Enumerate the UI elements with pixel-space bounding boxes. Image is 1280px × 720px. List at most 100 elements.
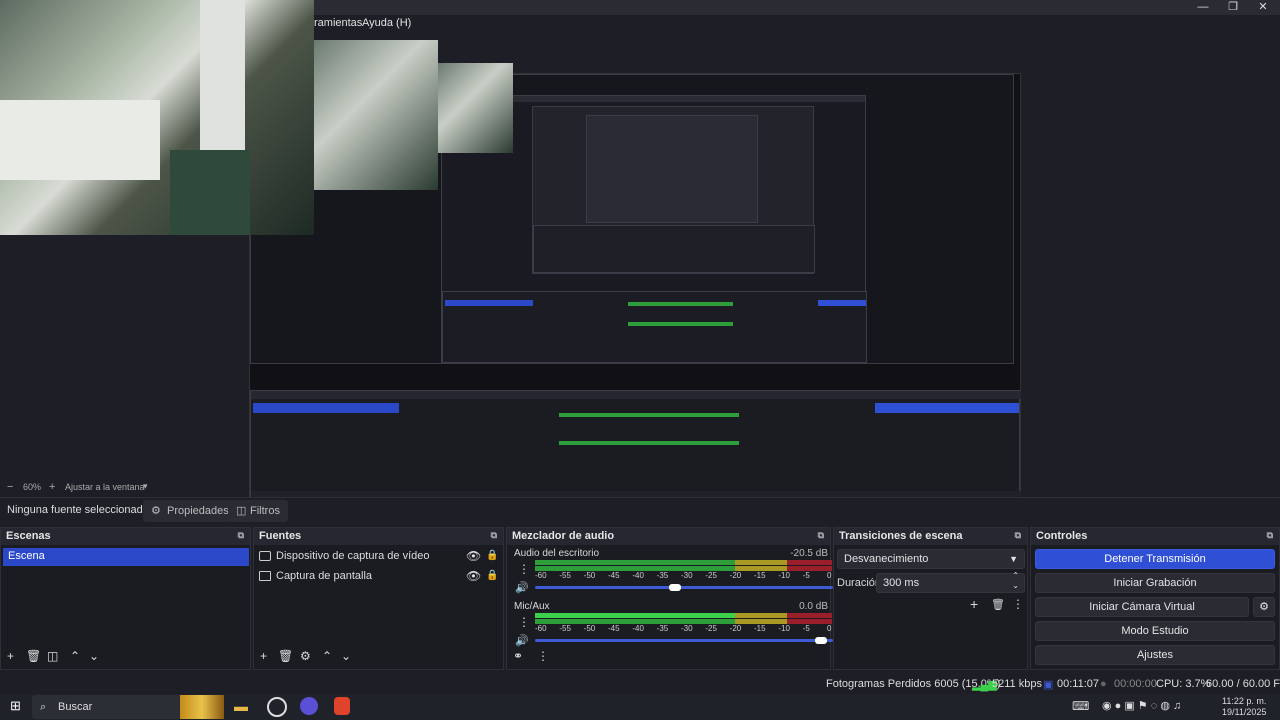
lock-icon[interactable]: 🔒 [486,570,498,581]
virtual-camera-settings-button[interactable]: ⚙ [1253,597,1275,617]
undock-icon[interactable]: ⧉ [491,530,497,541]
studio-mode-button[interactable]: Modo Estudio [1035,621,1275,641]
undock-icon[interactable]: ⧉ [1015,530,1021,541]
add-icon[interactable]: + [260,649,267,663]
tray-icons[interactable]: ◉ ● ▣ ⚑ ◌ ◍ ♫ [1102,699,1181,712]
lock-icon[interactable]: 🔒 [486,550,498,561]
menu-help[interactable]: Ayuda (H) [362,17,411,29]
windows-start-icon[interactable]: ⊞ [10,698,21,714]
source-label: Captura de pantalla [276,570,373,582]
fit-window-label[interactable]: Ajustar a la ventana [65,482,145,492]
search-icon: ⌕ [40,701,47,713]
menu-dots-icon[interactable]: ⋮ [518,615,530,629]
duration-label: Duración [837,577,882,589]
scenes-title: Escenas [6,530,51,542]
link-icon[interactable]: ⚭ [513,649,523,663]
tick-label: -20 [729,624,742,633]
volume-knob[interactable] [815,637,828,644]
trash-icon[interactable]: 🗑 [26,649,41,663]
discord-icon[interactable] [300,697,318,715]
widget-icon[interactable] [180,695,224,719]
menu-dots-icon[interactable]: ⋮ [537,649,549,663]
tick-label: -30 [681,624,693,633]
zoom-dropdown-icon[interactable]: ▾ [143,481,148,492]
gear-icon: ⚙ [1259,601,1269,613]
folder-icon[interactable]: ▬ [234,698,248,714]
gear-icon[interactable]: ⚙ [300,649,311,663]
keyboard-icon[interactable]: ⌨ [1072,699,1089,713]
chevron-up-icon[interactable]: ⌃ [322,649,332,663]
tick-label: -10 [778,624,790,633]
source-item-video[interactable]: Dispositivo de captura de vídeo 👁 🔒 [259,549,499,568]
menu-dots-icon[interactable]: ⋮ [518,562,530,576]
taskbar: ⊞ ⌕ Buscar ▬ ⌨ ◉ ● ▣ ⚑ ◌ ◍ ♫ 11:22 p. m.… [0,694,1280,720]
menu-dots-icon[interactable]: ⋮ [1012,597,1024,611]
preview-area[interactable] [0,0,1280,509]
source-item-screen[interactable]: Captura de pantalla 👁 🔒 [259,569,499,588]
transition-select[interactable]: Desvanecimiento ▼ [837,549,1025,569]
close-button[interactable]: ✕ [1248,0,1278,15]
undock-icon[interactable]: ⧉ [818,530,824,541]
filters-button[interactable]: ◫ Filtros [228,500,288,522]
cpu-usage: CPU: 3.7% [1156,678,1211,690]
gear-icon: ⚙ [151,505,161,517]
settings-button[interactable]: Ajustes [1035,645,1275,665]
volume-knob[interactable] [669,584,682,591]
speaker-icon[interactable]: 🔊 [515,581,529,594]
trash-icon[interactable]: 🗑 [278,649,293,663]
monitor-icon [259,571,271,581]
scene-item[interactable]: Escena [3,548,249,566]
undock-icon[interactable]: ⧉ [238,530,244,541]
transitions-header: Transiciones de escena ⧉ [834,528,1027,545]
nested-docks [442,291,867,363]
speaker-icon[interactable]: 🔊 [515,634,529,647]
volume-slider[interactable] [535,637,833,644]
start-recording-button[interactable]: Iniciar Grabación [1035,573,1275,593]
properties-button[interactable]: ⚙ Propiedades [143,500,237,522]
clock-date[interactable]: 19/11/2025 [1222,707,1266,717]
stepper-icon[interactable]: ⌃ ⌄ [1012,571,1019,591]
tick-label: -45 [608,571,620,580]
tick-label: -20 [729,571,742,580]
channel-name: Audio del escritorio [514,548,600,559]
scenes-dock: Escenas ⧉ Escena + 🗑 ◫ ⌃ ⌄ [0,527,251,670]
zoom-in-button[interactable]: + [49,481,55,493]
brave-icon[interactable] [334,697,350,715]
trash-icon[interactable]: 🗑 [991,598,1005,611]
clock-time[interactable]: 11:22 p. m. [1222,696,1266,706]
obs-icon[interactable] [267,697,287,717]
tick-label: -25 [705,624,717,633]
channel-level: 0.0 dB [799,601,828,612]
undock-icon[interactable]: ⧉ [1267,530,1273,541]
chevron-down-icon[interactable]: ⌄ [89,649,99,663]
zoom-out-button[interactable]: − [7,481,13,493]
tick-label: -55 [559,624,571,633]
stream-time: 00:11:07 [1057,678,1100,690]
eye-icon[interactable]: 👁 [466,569,481,583]
chevron-down-icon[interactable]: ⌄ [341,649,351,663]
filter-icon[interactable]: ◫ [47,649,58,663]
add-icon[interactable]: + [7,649,14,663]
sources-toolbar: + 🗑 ⚙ ⌃ ⌄ [254,649,503,667]
chevron-up-icon[interactable]: ⌃ [70,649,80,663]
audio-meter [535,613,832,618]
sources-dock: Fuentes ⧉ Dispositivo de captura de víde… [253,527,504,670]
no-source-label: Ninguna fuente seleccionad [7,504,143,516]
stop-stream-button[interactable]: Detener Transmisión [1035,549,1275,569]
duration-field[interactable]: 300 ms ⌃ ⌄ [876,571,1025,593]
eye-icon[interactable]: 👁 [466,549,481,563]
minimize-button[interactable]: — [1188,0,1218,15]
add-icon[interactable]: + [970,596,978,612]
meter-ticks: -60 -55 -50 -45 -40 -35 -30 -25 -20 -15 -10 -5 0 [535,624,835,634]
tick-label: -50 [583,571,596,580]
volume-slider[interactable] [535,584,833,591]
menu-tools[interactable]: ramientas [314,17,362,29]
controls-title: Controles [1036,530,1088,542]
maximize-button[interactable]: ❐ [1218,0,1248,15]
virtual-camera-button[interactable]: Iniciar Cámara Virtual [1035,597,1249,617]
channel-name: Mic/Aux [514,601,550,612]
nested-camera-2 [438,63,513,153]
mixer-dock: Mezclador de audio ⧉ Audio del escritori… [506,527,833,670]
sources-title: Fuentes [259,530,302,542]
source-toolbar: Ninguna fuente seleccionad ⚙ Propiedades… [0,497,1280,523]
